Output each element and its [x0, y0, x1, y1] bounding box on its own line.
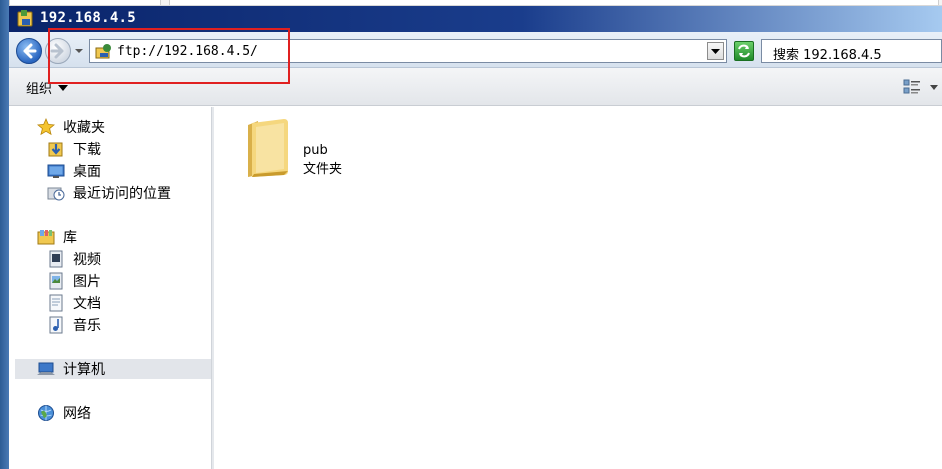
address-dropdown-button[interactable] [707, 42, 724, 60]
folder-icon [248, 119, 288, 177]
refresh-button[interactable] [734, 41, 754, 61]
computer-icon [37, 362, 55, 375]
folder-type: 文件夹 [303, 162, 343, 177]
sidebar-item-label: 音乐 [73, 318, 101, 334]
sidebar-item-documents[interactable]: 文档 [47, 293, 101, 313]
library-icon [37, 230, 55, 245]
sidebar-item-network[interactable]: 网络 [37, 403, 91, 423]
search-placeholder: 搜索 192.168.4.5 [773, 48, 882, 63]
command-bar: 组织 [9, 68, 942, 106]
sidebar-item-label: 图片 [73, 274, 101, 290]
chevron-down-icon [58, 84, 69, 91]
view-options-icon[interactable] [902, 77, 922, 97]
sidebar-item-label: 计算机 [63, 362, 105, 378]
navigation-pane: 收藏夹 下载 桌面 最近访问的位置 库 视频 图片 文档 音乐 计算机 网络 [9, 107, 211, 469]
sidebar-item-computer[interactable]: 计算机 [15, 359, 211, 379]
sidebar-item-favorites[interactable]: 收藏夹 [37, 117, 105, 137]
arrow-left-icon [23, 43, 37, 59]
sidebar-item-music[interactable]: 音乐 [47, 315, 101, 335]
sidebar-item-label: 库 [63, 230, 77, 246]
organize-button[interactable]: 组织 [26, 78, 69, 97]
recent-places-icon [47, 187, 65, 201]
star-icon [37, 118, 55, 136]
sidebar-item-desktop[interactable]: 桌面 [47, 161, 101, 181]
navigation-bar: ftp://192.168.4.5/ 搜索 192.168.4.5 [9, 32, 942, 68]
recent-pages-dropdown-icon[interactable] [72, 44, 86, 58]
desktop-icon [47, 164, 65, 178]
sidebar-item-label: 视频 [73, 252, 101, 268]
forward-button[interactable] [45, 38, 71, 64]
organize-label: 组织 [26, 82, 53, 97]
sidebar-item-recent-places[interactable]: 最近访问的位置 [47, 183, 171, 203]
desktop-edge [0, 0, 9, 469]
sidebar-item-label: 文档 [73, 296, 101, 312]
ftp-location-icon [95, 44, 111, 59]
explorer-window: 192.168.4.5 ftp://192.168.4.5/ 搜索 192.16… [9, 0, 942, 469]
title-bar[interactable]: 192.168.4.5 [9, 6, 942, 32]
view-options-dropdown-icon[interactable] [930, 85, 938, 90]
video-icon [49, 250, 63, 268]
file-list: pub 文件夹 [214, 107, 942, 469]
chevron-down-icon [711, 49, 720, 54]
arrow-right-icon [50, 43, 64, 59]
pictures-icon [49, 272, 63, 290]
refresh-icon [738, 44, 750, 58]
ftp-folder-icon [17, 10, 33, 27]
sidebar-item-label: 桌面 [73, 164, 101, 180]
sidebar-item-downloads[interactable]: 下载 [47, 139, 101, 159]
back-button[interactable] [16, 38, 42, 64]
folder-name: pub [303, 143, 328, 158]
window-title: 192.168.4.5 [40, 10, 137, 26]
network-icon [38, 405, 54, 421]
downloads-icon [48, 142, 63, 157]
sidebar-item-libraries[interactable]: 库 [37, 227, 77, 247]
sidebar-item-pictures[interactable]: 图片 [47, 271, 101, 291]
address-text[interactable]: ftp://192.168.4.5/ [117, 44, 258, 59]
documents-icon [49, 294, 63, 312]
folder-item[interactable]: pub 文件夹 [244, 117, 354, 187]
music-icon [49, 316, 63, 334]
sidebar-item-label: 最近访问的位置 [73, 186, 171, 202]
sidebar-item-label: 网络 [63, 406, 91, 422]
sidebar-item-label: 收藏夹 [63, 120, 105, 136]
search-input[interactable]: 搜索 192.168.4.5 [761, 39, 942, 63]
sidebar-item-label: 下载 [73, 142, 101, 158]
address-bar[interactable]: ftp://192.168.4.5/ [89, 39, 727, 63]
sidebar-item-videos[interactable]: 视频 [47, 249, 101, 269]
